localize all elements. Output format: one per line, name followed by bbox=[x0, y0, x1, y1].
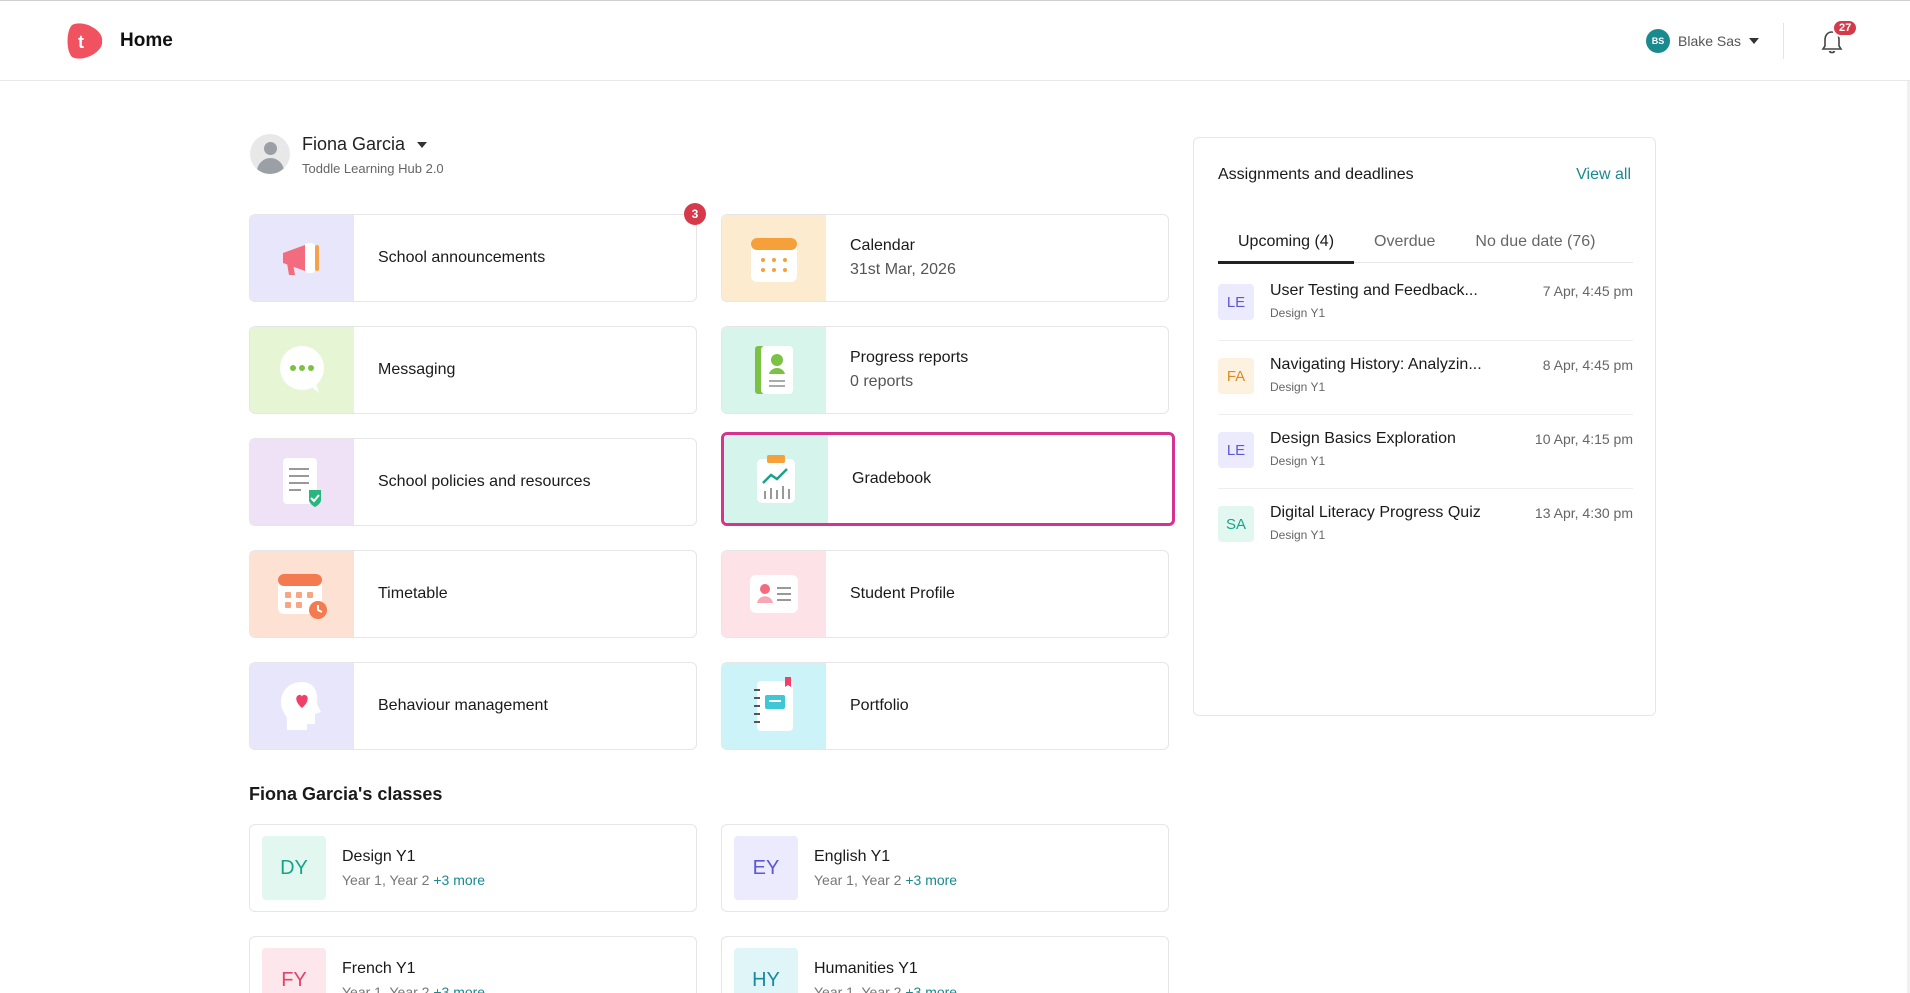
class-code-badge: DY bbox=[262, 836, 326, 900]
card-timetable[interactable]: Timetable bbox=[249, 550, 697, 638]
notification-count-badge: 27 bbox=[1832, 19, 1859, 37]
class-grades: Year 1, Year 2 bbox=[342, 872, 430, 888]
chat-bubble-icon bbox=[250, 327, 354, 413]
assignment-item[interactable]: LE Design Basics Exploration Design Y1 1… bbox=[1218, 415, 1633, 489]
svg-text:t: t bbox=[78, 32, 84, 52]
card-title: Calendar bbox=[850, 237, 915, 254]
class-name: English Y1 bbox=[814, 848, 891, 865]
tab-overdue[interactable]: Overdue bbox=[1354, 221, 1455, 263]
card-title: Gradebook bbox=[852, 470, 932, 487]
card-title: Messaging bbox=[378, 361, 456, 378]
assignment-name: User Testing and Feedback... bbox=[1270, 282, 1478, 299]
chevron-down-icon bbox=[417, 141, 428, 148]
card-gradebook[interactable]: Gradebook bbox=[721, 432, 1175, 526]
class-grades: Year 1, Year 2 bbox=[342, 984, 430, 993]
more-grades-link[interactable]: +3 more bbox=[905, 984, 957, 993]
user-avatar: BS bbox=[1646, 29, 1670, 53]
card-title: School announcements bbox=[378, 249, 546, 266]
assignment-name: Navigating History: Analyzin... bbox=[1270, 356, 1482, 373]
toddle-logo-icon[interactable]: t bbox=[64, 21, 104, 61]
card-school-policies[interactable]: School policies and resources bbox=[249, 438, 697, 526]
card-title: Behaviour management bbox=[378, 697, 548, 714]
assignment-item[interactable]: SA Digital Literacy Progress Quiz Design… bbox=[1218, 489, 1633, 563]
card-portfolio[interactable]: Portfolio bbox=[721, 662, 1169, 750]
report-count: 0 reports bbox=[850, 373, 914, 390]
assignment-type-badge: LE bbox=[1218, 284, 1254, 320]
assignment-class: Design Y1 bbox=[1270, 528, 1326, 542]
assignment-due-date: 8 Apr, 4:45 pm bbox=[1542, 357, 1633, 373]
more-grades-link[interactable]: +3 more bbox=[905, 872, 957, 888]
more-grades-link[interactable]: +3 more bbox=[433, 984, 485, 993]
announcement-count-badge: 3 bbox=[684, 203, 706, 225]
classes-section-title: Fiona Garcia's classes bbox=[249, 784, 443, 804]
card-title: Timetable bbox=[378, 585, 448, 602]
divider bbox=[1783, 23, 1784, 59]
timetable-icon bbox=[250, 551, 354, 637]
class-code-badge: FY bbox=[262, 948, 326, 993]
card-title: School policies and resources bbox=[378, 473, 591, 490]
report-book-icon bbox=[722, 327, 826, 413]
view-all-link[interactable]: View all bbox=[1576, 166, 1631, 184]
card-title: Student Profile bbox=[850, 585, 955, 602]
page-title: Home bbox=[120, 30, 173, 51]
calendar-icon bbox=[722, 215, 826, 301]
assignment-class: Design Y1 bbox=[1270, 454, 1326, 468]
top-bar: t Home BS Blake Sas bbox=[0, 0, 1910, 81]
assignment-type-badge: FA bbox=[1218, 358, 1254, 394]
calendar-date: 31st Mar, 2026 bbox=[850, 261, 956, 278]
user-menu-dropdown[interactable]: BS Blake Sas bbox=[1646, 29, 1760, 53]
head-heart-icon bbox=[250, 663, 354, 749]
more-grades-link[interactable]: +3 more bbox=[433, 872, 485, 888]
card-progress-reports[interactable]: Progress reports 0 reports bbox=[721, 326, 1169, 414]
student-avatar bbox=[250, 134, 290, 174]
class-code-badge: HY bbox=[734, 948, 798, 993]
class-code-badge: EY bbox=[734, 836, 798, 900]
chevron-down-icon bbox=[1749, 38, 1760, 44]
assignment-due-date: 13 Apr, 4:30 pm bbox=[1534, 505, 1633, 521]
class-card-design-y1[interactable]: DY Design Y1 Year 1, Year 2 +3 more bbox=[249, 824, 697, 912]
class-grades: Year 1, Year 2 bbox=[814, 984, 902, 993]
assignment-item[interactable]: FA Navigating History: Analyzin... Desig… bbox=[1218, 341, 1633, 415]
profile-card-icon bbox=[722, 551, 826, 637]
class-name: Humanities Y1 bbox=[814, 960, 918, 977]
assignment-due-date: 10 Apr, 4:15 pm bbox=[1534, 431, 1633, 447]
card-student-profile[interactable]: Student Profile bbox=[721, 550, 1169, 638]
class-card-french-y1[interactable]: FY French Y1 Year 1, Year 2 +3 more bbox=[249, 936, 697, 993]
student-profile-selector[interactable]: Fiona Garcia Toddle Learning Hub 2.0 bbox=[250, 134, 444, 176]
assignments-panel: Assignments and deadlines View all Upcom… bbox=[1193, 137, 1656, 716]
assignment-item[interactable]: LE User Testing and Feedback... Design Y… bbox=[1218, 267, 1633, 341]
tab-upcoming[interactable]: Upcoming (4) bbox=[1218, 221, 1355, 264]
tab-no-due-date[interactable]: No due date (76) bbox=[1455, 221, 1615, 263]
assignment-class: Design Y1 bbox=[1270, 306, 1326, 320]
class-name: French Y1 bbox=[342, 960, 416, 977]
assignment-tabs: Upcoming (4) Overdue No due date (76) bbox=[1218, 221, 1633, 264]
class-grades: Year 1, Year 2 bbox=[814, 872, 902, 888]
assignment-due-date: 7 Apr, 4:45 pm bbox=[1542, 283, 1633, 299]
panel-title: Assignments and deadlines bbox=[1218, 166, 1414, 183]
assignment-name: Digital Literacy Progress Quiz bbox=[1270, 504, 1481, 521]
portfolio-notebook-icon bbox=[722, 663, 826, 749]
card-messaging[interactable]: Messaging bbox=[249, 326, 697, 414]
megaphone-icon bbox=[250, 215, 354, 301]
assignment-type-badge: LE bbox=[1218, 432, 1254, 468]
assignment-class: Design Y1 bbox=[1270, 380, 1326, 394]
user-name: Blake Sas bbox=[1678, 33, 1742, 49]
card-title: Progress reports bbox=[850, 349, 969, 366]
assignment-name: Design Basics Exploration bbox=[1270, 430, 1456, 447]
school-name: Toddle Learning Hub 2.0 bbox=[302, 161, 444, 176]
class-name: Design Y1 bbox=[342, 848, 416, 865]
policy-document-icon bbox=[250, 439, 354, 525]
class-card-english-y1[interactable]: EY English Y1 Year 1, Year 2 +3 more bbox=[721, 824, 1169, 912]
card-behaviour-management[interactable]: Behaviour management bbox=[249, 662, 697, 750]
card-title: Portfolio bbox=[850, 697, 909, 714]
assignment-type-badge: SA bbox=[1218, 506, 1254, 542]
class-card-humanities-y1[interactable]: HY Humanities Y1 Year 1, Year 2 +3 more bbox=[721, 936, 1169, 993]
student-name: Fiona Garcia bbox=[302, 134, 406, 154]
gradebook-chart-icon bbox=[724, 435, 828, 523]
card-school-announcements[interactable]: School announcements bbox=[249, 214, 697, 302]
card-calendar[interactable]: Calendar 31st Mar, 2026 bbox=[721, 214, 1169, 302]
